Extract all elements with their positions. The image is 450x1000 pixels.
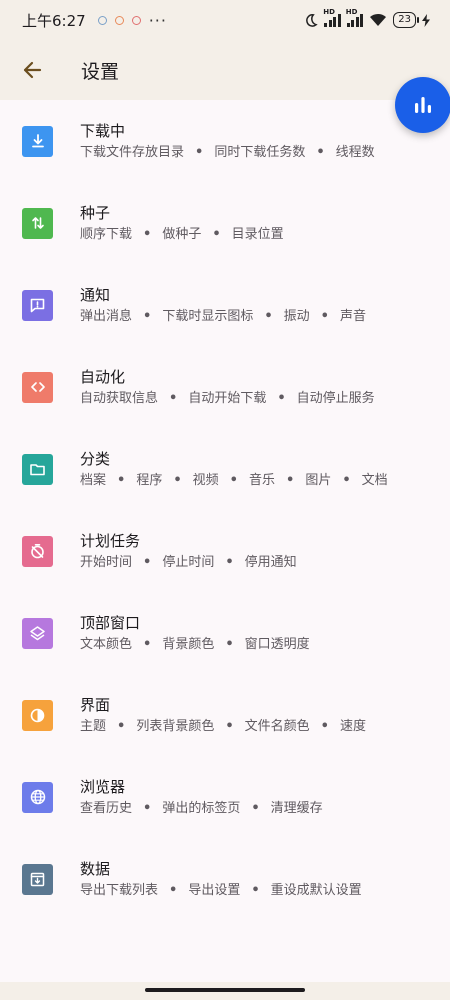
item-title: 数据 [80, 860, 111, 878]
settings-item-download[interactable]: 下载中 下载文件存放目录 • 同时下载任务数 • 线程数 [0, 100, 450, 182]
status-bar: 上午6:27 ··· HD HD 23 [0, 0, 450, 40]
settings-item-notification[interactable]: 通知 弹出消息 • 下载时显示图标 • 振动 • 声音 [0, 264, 450, 346]
app-bar: 设置 [0, 40, 450, 100]
settings-item-browser[interactable]: 浏览器 查看历史 • 弹出的标签页 • 清理缓存 [0, 756, 450, 838]
layers-icon [22, 617, 53, 649]
notification-icon [131, 15, 141, 25]
item-title: 界面 [80, 696, 111, 714]
charging-icon [422, 13, 430, 27]
settings-item-category[interactable]: 分类 档案 • 程序 • 视频 • 音乐 • 图片 • 文档 [0, 428, 450, 510]
wifi-icon [370, 13, 387, 26]
signal-icon: HD [346, 8, 364, 27]
back-button[interactable] [2, 40, 62, 100]
item-subtitle: 开始时间 • 停止时间 • 停用通知 [80, 555, 297, 570]
item-subtitle: 弹出消息 • 下载时显示图标 • 振动 • 声音 [80, 309, 366, 324]
swap-vertical-icon [22, 207, 53, 239]
moon-icon [306, 13, 318, 27]
settings-list: 下载中 下载文件存放目录 • 同时下载任务数 • 线程数 种子 顺序下载 • 做种子 • 目录位… [0, 100, 450, 920]
settings-item-schedule[interactable]: 计划任务 开始时间 • 停止时间 • 停用通知 [0, 510, 450, 592]
item-subtitle: 文本颜色 • 背景颜色 • 窗口透明度 [80, 637, 310, 652]
item-title: 分类 [80, 450, 111, 468]
item-subtitle: 档案 • 程序 • 视频 • 音乐 • 图片 • 文档 [80, 473, 388, 488]
contrast-icon [22, 699, 53, 731]
battery-indicator: 23 [393, 12, 419, 28]
item-subtitle: 导出下载列表 • 导出设置 • 重设成默认设置 [80, 883, 362, 898]
notification-icons [97, 15, 141, 25]
item-subtitle: 自动获取信息 • 自动开始下载 • 自动停止服务 [80, 391, 375, 406]
item-title: 种子 [80, 204, 111, 222]
settings-item-torrent[interactable]: 种子 顺序下载 • 做种子 • 目录位置 [0, 182, 450, 264]
more-notifications-icon: ··· [148, 10, 167, 30]
settings-item-top-window[interactable]: 顶部窗口 文本颜色 • 背景颜色 • 窗口透明度 [0, 592, 450, 674]
item-title: 计划任务 [80, 532, 141, 550]
notification-icon [114, 15, 124, 25]
code-icon [22, 371, 53, 403]
settings-item-interface[interactable]: 界面 主题 • 列表背景颜色 • 文件名颜色 • 速度 [0, 674, 450, 756]
item-title: 下载中 [80, 122, 126, 140]
archive-download-icon [22, 863, 53, 895]
folder-icon [22, 453, 53, 485]
gesture-handle[interactable] [145, 988, 305, 992]
item-subtitle: 顺序下载 • 做种子 • 目录位置 [80, 227, 284, 242]
item-title: 浏览器 [80, 778, 126, 796]
globe-icon [22, 781, 53, 813]
signal-icon: HD [323, 8, 341, 27]
item-title: 通知 [80, 286, 111, 304]
page-title: 设置 [81, 60, 120, 83]
arrow-back-icon [23, 61, 42, 79]
message-alert-icon [22, 289, 53, 321]
item-subtitle: 下载文件存放目录 • 同时下载任务数 • 线程数 [80, 145, 375, 160]
item-subtitle: 主题 • 列表背景颜色 • 文件名颜色 • 速度 [80, 719, 366, 734]
timer-off-icon [22, 535, 53, 567]
status-time: 上午6:27 [22, 11, 86, 30]
settings-item-automation[interactable]: 自动化 自动获取信息 • 自动开始下载 • 自动停止服务 [0, 346, 450, 428]
item-title: 自动化 [80, 368, 126, 386]
settings-item-data[interactable]: 数据 导出下载列表 • 导出设置 • 重设成默认设置 [0, 838, 450, 920]
item-subtitle: 查看历史 • 弹出的标签页 • 清理缓存 [80, 801, 323, 816]
notification-icon [97, 15, 107, 25]
download-icon [22, 125, 53, 157]
item-title: 顶部窗口 [80, 614, 141, 632]
